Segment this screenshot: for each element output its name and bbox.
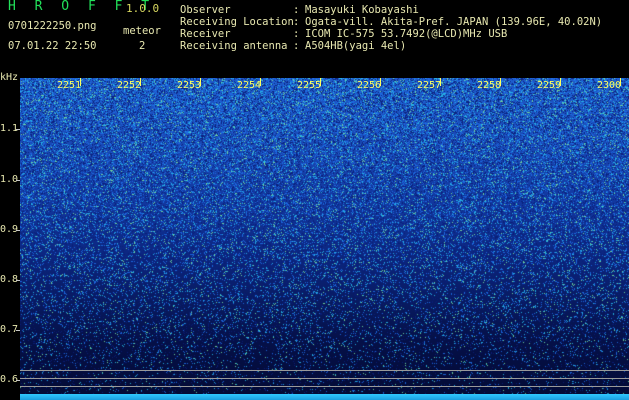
time-marker — [620, 78, 621, 86]
time-label: 2255 — [297, 80, 322, 91]
time-marker — [80, 78, 81, 86]
reference-line — [20, 386, 629, 387]
reference-line — [20, 378, 629, 379]
y-tick — [16, 280, 20, 281]
y-tick — [16, 380, 20, 381]
time-label: 2257 — [417, 80, 442, 91]
reference-line — [20, 370, 629, 371]
time-label: 2258 — [477, 80, 502, 91]
time-label: 2256 — [357, 80, 382, 91]
time-label: 2254 — [237, 80, 262, 91]
location-key: Receiving Location — [180, 16, 294, 28]
y-tick — [16, 129, 20, 130]
location-value: Ogata-vill. Akita-Pref. JAPAN (139.96E, … — [305, 16, 603, 28]
receiver-key: Receiver — [180, 28, 231, 40]
time-label: 2300 — [597, 80, 622, 91]
meteor-label: meteor — [123, 25, 161, 37]
y-tick — [16, 230, 20, 231]
y-tick — [16, 330, 20, 331]
observer-value: Masayuki Kobayashi — [305, 4, 419, 16]
header-panel: H R O F F T 1.0.0 0701222250.png 07.01.2… — [0, 0, 629, 78]
time-label: 2252 — [117, 80, 142, 91]
time-marker — [140, 78, 141, 86]
time-marker — [500, 78, 501, 86]
time-label: 2259 — [537, 80, 562, 91]
time-marker — [380, 78, 381, 86]
receiver-colon: : — [293, 28, 300, 40]
receiver-value: ICOM IC-575 53.7492(@LCD)MHz USB — [305, 28, 508, 40]
y-tick — [16, 180, 20, 181]
frequency-axis: kHz 1.1 1.0 0.9 0.8 0.7 0.6 — [0, 72, 20, 400]
time-marker — [320, 78, 321, 86]
time-label: 2251 — [57, 80, 82, 91]
spectrogram-noise — [20, 78, 629, 400]
y-axis-unit: kHz — [0, 72, 19, 83]
antenna-key: Receiving antenna — [180, 40, 288, 52]
file-name: 0701222250.png — [8, 20, 97, 32]
datetime-label: 07.01.22 22:50 — [8, 40, 97, 52]
time-marker — [440, 78, 441, 86]
time-marker — [560, 78, 561, 86]
antenna-colon: : — [293, 40, 300, 52]
observer-key: Observer — [180, 4, 231, 16]
observer-colon: : — [293, 4, 300, 16]
location-colon: : — [293, 16, 300, 28]
meteor-count: 2 — [139, 40, 146, 52]
time-marker — [200, 78, 201, 86]
antenna-value: A504HB(yagi 4el) — [305, 40, 407, 52]
time-label: 2253 — [177, 80, 202, 91]
time-marker — [260, 78, 261, 86]
version-label: 1.0.0 — [126, 2, 160, 15]
spectrogram — [20, 78, 629, 400]
signal-baseline — [20, 394, 629, 400]
